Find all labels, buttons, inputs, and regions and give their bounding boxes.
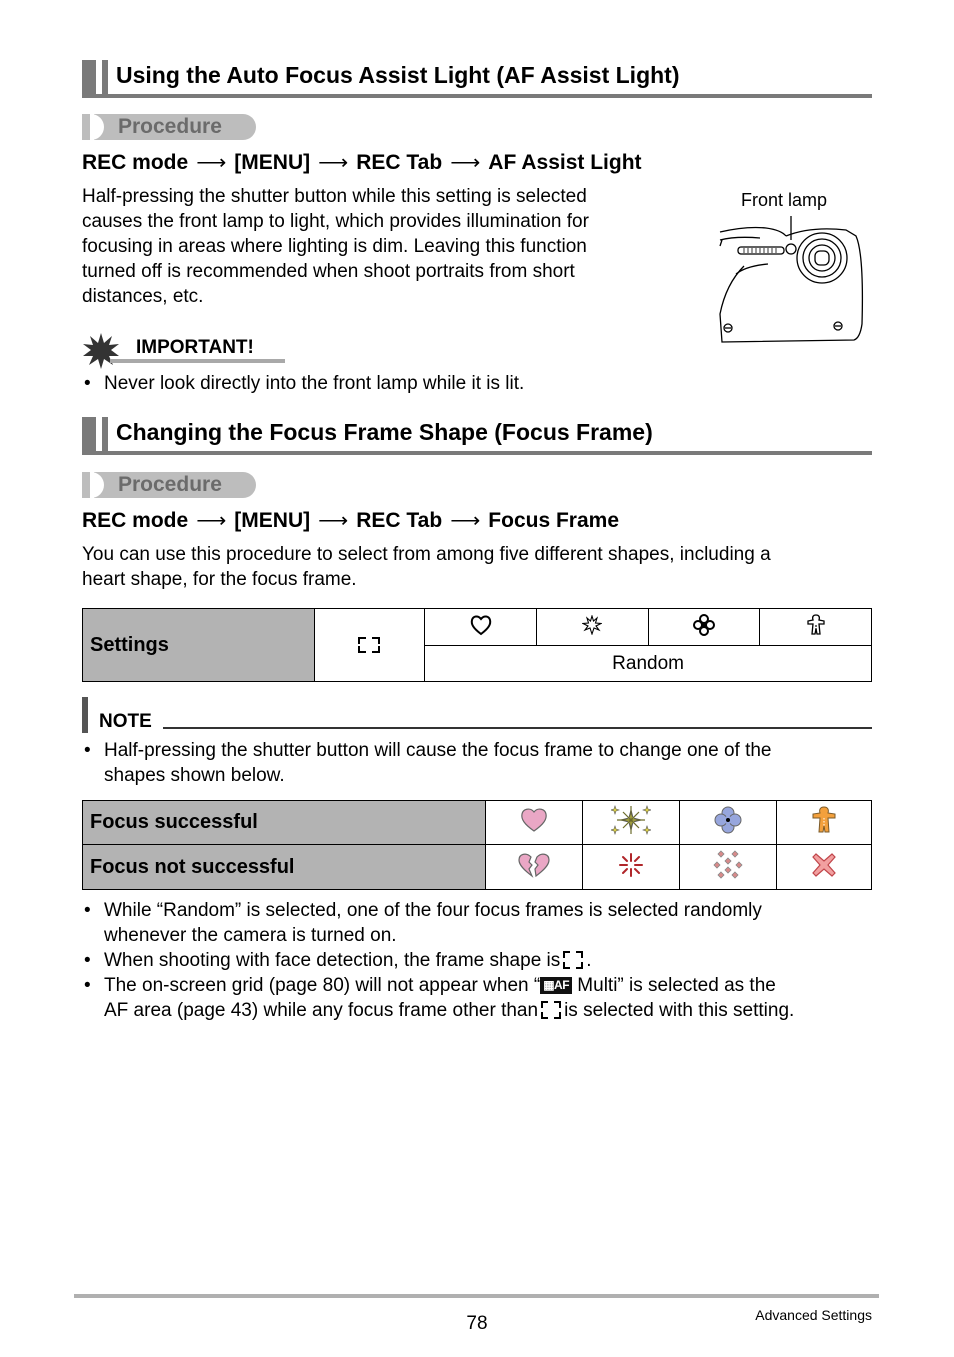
important-burst-icon	[83, 333, 119, 369]
red-burst-icon	[619, 852, 643, 877]
table-row: Focus not successful	[82, 844, 872, 890]
note-bar	[82, 697, 88, 733]
path-step: [MENU]	[234, 509, 311, 532]
procedure-badge: Procedure	[82, 114, 256, 140]
heart-outline-icon	[470, 615, 491, 635]
scattered-diamonds-icon	[713, 849, 743, 879]
arrow-right-icon: ⟶	[318, 151, 349, 174]
note-underline	[163, 727, 872, 729]
procedure-badge: Procedure	[82, 472, 256, 498]
important-underline	[110, 359, 285, 363]
bracket-frame-icon	[358, 636, 381, 653]
note-label: NOTE	[99, 711, 152, 732]
path-step: [MENU]	[234, 151, 311, 174]
gingerbread-outline-icon	[806, 613, 825, 635]
focus-result-table: Focus successful Focus not successful	[82, 800, 872, 890]
heading-underline	[82, 451, 872, 455]
path-step: REC mode	[82, 151, 189, 174]
bullet-text: Never look directly into the front lamp …	[104, 373, 525, 394]
footer-rule	[74, 1294, 879, 1298]
procedure-label: Procedure	[118, 473, 222, 496]
bracket-frame-icon	[541, 1001, 562, 1019]
settings-header: Settings	[82, 608, 315, 682]
settings-table: Settings Random	[82, 608, 872, 682]
heading-bar	[102, 417, 108, 455]
heading-underline	[82, 94, 872, 98]
page-number: 78	[466, 1313, 488, 1334]
text-line: You can use this procedure to select fro…	[82, 544, 771, 565]
af-assist-description: Half-pressing the shutter button while t…	[82, 184, 589, 309]
text-line: heart shape, for the focus frame.	[82, 569, 357, 590]
arrow-right-icon: ⟶	[450, 151, 481, 174]
arrow-right-icon: ⟶	[196, 151, 227, 174]
text-line: Half-pressing the shutter button while t…	[82, 186, 587, 207]
option-bracket[interactable]	[313, 608, 426, 682]
important-label: IMPORTANT!	[136, 337, 254, 358]
heading-bar	[82, 417, 96, 455]
bullet-text: While “Random” is selected, one of the f…	[104, 900, 762, 921]
bullet-text: The on-screen grid (page 80) will not ap…	[104, 975, 541, 996]
arrow-right-icon: ⟶	[318, 509, 349, 532]
section-title: Changing the Focus Frame Shape (Focus Fr…	[116, 419, 653, 445]
heading-bar	[102, 60, 108, 98]
yellow-sparkle-icon	[610, 805, 652, 835]
option-sparkle[interactable]	[535, 608, 649, 646]
pink-heart-icon	[521, 808, 547, 832]
bullet-text: shapes shown below.	[104, 765, 285, 786]
text-line: focusing in areas where lighting is dim.…	[82, 236, 587, 257]
row-label: Focus successful	[82, 800, 486, 845]
bullet-dot: •	[84, 373, 91, 394]
bullet-text: When shooting with face detection, the f…	[104, 950, 561, 971]
menu-path: REC mode ⟶ [MENU] ⟶ REC Tab ⟶ Focus Frame	[82, 508, 619, 533]
red-x-icon	[812, 852, 836, 877]
section-heading-focus-frame: Changing the Focus Frame Shape (Focus Fr…	[82, 417, 872, 457]
arrow-right-icon: ⟶	[450, 509, 481, 532]
blue-flower-icon	[714, 806, 742, 834]
bullet-text: .	[586, 950, 592, 971]
bullet-dot: •	[84, 950, 91, 971]
heading-bar	[82, 60, 96, 98]
bullet-dot: •	[84, 740, 91, 761]
path-step: AF Assist Light	[488, 151, 642, 174]
multi-af-icon: ▦AF	[540, 977, 573, 994]
table-row: Focus successful	[82, 800, 872, 845]
text-line: turned off is recommended when shoot por…	[82, 261, 575, 282]
bracket-frame-icon	[563, 951, 584, 969]
option-random[interactable]: Random	[424, 645, 872, 682]
bullet-text: is selected with this setting.	[564, 1000, 795, 1021]
procedure-label: Procedure	[118, 115, 222, 138]
option-heart[interactable]	[424, 608, 537, 646]
bullet-dot: •	[84, 900, 91, 921]
bullet-text: whenever the camera is turned on.	[104, 925, 397, 946]
bullet-text: Multi” is selected as the	[572, 975, 776, 996]
bullet-dot: •	[84, 975, 91, 996]
broken-heart-icon	[518, 853, 550, 878]
footer-section-name: Advanced Settings	[755, 1307, 872, 1323]
option-flower[interactable]	[647, 608, 761, 646]
arrow-right-icon: ⟶	[196, 509, 227, 532]
path-step: REC Tab	[356, 509, 443, 532]
option-gingerbread[interactable]	[759, 608, 872, 646]
orange-gingerbread-icon	[812, 806, 836, 833]
menu-path: REC mode ⟶ [MENU] ⟶ REC Tab ⟶ AF Assist Light	[82, 150, 642, 175]
text-line: causes the front lamp to light, which pr…	[82, 211, 589, 232]
section-heading-af-assist: Using the Auto Focus Assist Light (AF As…	[82, 60, 872, 100]
focus-frame-description: You can use this procedure to select fro…	[82, 542, 771, 592]
bullet-text: Half-pressing the shutter button will ca…	[104, 740, 772, 761]
text-line: distances, etc.	[82, 286, 204, 307]
row-label: Focus not successful	[82, 844, 486, 890]
path-step: REC mode	[82, 509, 189, 532]
bullet-text: AF area (page 43) while any focus frame …	[104, 1000, 539, 1021]
sparkle-outline-icon	[581, 613, 604, 636]
figure-label: Front lamp	[741, 190, 828, 210]
flower-outline-icon	[692, 613, 715, 636]
section-title: Using the Auto Focus Assist Light (AF As…	[116, 62, 680, 88]
camera-front-illustration	[719, 216, 864, 343]
path-step: Focus Frame	[488, 509, 620, 532]
path-step: REC Tab	[356, 151, 443, 174]
